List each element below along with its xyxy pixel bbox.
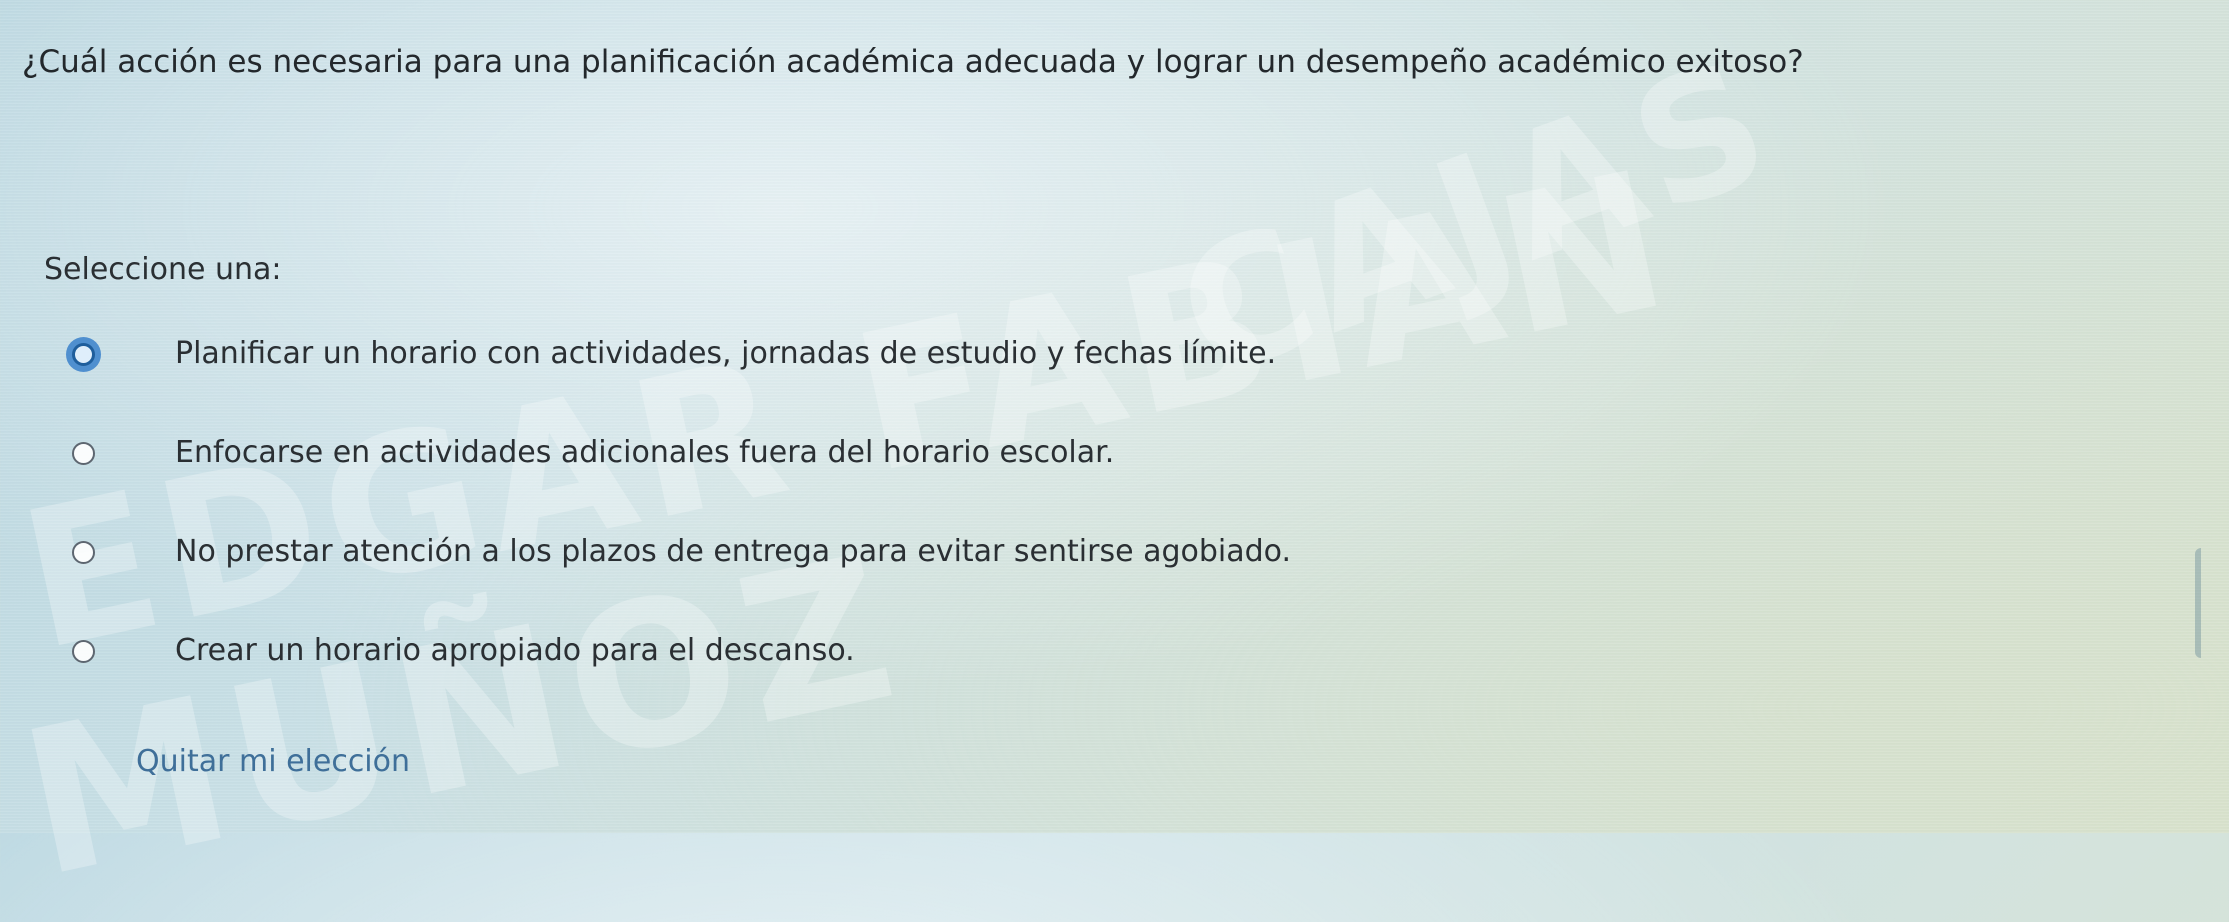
answer-option-3[interactable]: No prestar atención a los plazos de entr… xyxy=(58,533,1291,571)
select-one-label: Seleccione una: xyxy=(44,252,282,287)
radio-button[interactable] xyxy=(72,441,95,465)
radio-button[interactable] xyxy=(72,540,95,564)
answer-options: Planificar un horario con actividades, j… xyxy=(58,335,1291,731)
radio-button[interactable] xyxy=(72,639,95,663)
question-text: ¿Cuál acción es necesaria para una plani… xyxy=(22,44,1804,80)
answer-option-2[interactable]: Enfocarse en actividades adicionales fue… xyxy=(58,434,1291,472)
answer-option-label: Enfocarse en actividades adicionales fue… xyxy=(175,435,1115,470)
answer-option-4[interactable]: Crear un horario apropiado para el desca… xyxy=(58,632,1291,670)
answer-option-label: Crear un horario apropiado para el desca… xyxy=(175,633,855,668)
radio-button-selected[interactable] xyxy=(72,342,95,366)
answer-option-label: No prestar atención a los plazos de entr… xyxy=(175,534,1292,569)
answer-option-label: Planificar un horario con actividades, j… xyxy=(175,336,1277,371)
edge-bracket-decoration xyxy=(2195,548,2208,658)
clear-choice-link[interactable]: Quitar mi elección xyxy=(136,742,410,782)
answer-option-1[interactable]: Planificar un horario con actividades, j… xyxy=(58,335,1291,373)
